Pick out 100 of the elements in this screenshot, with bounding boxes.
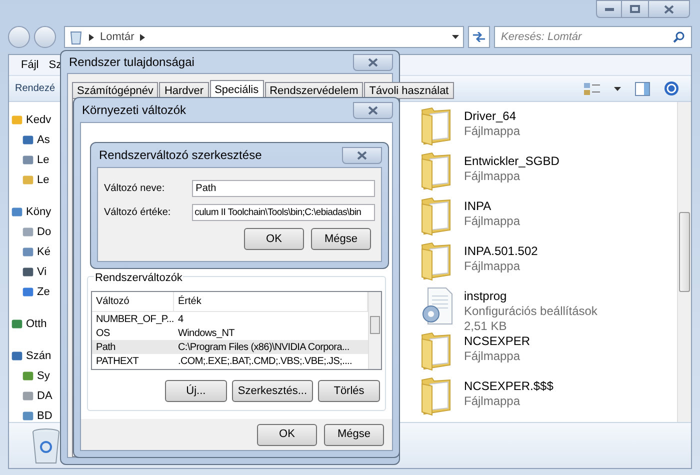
sidebar-icon xyxy=(22,246,34,258)
table-cell-text: PATHEXT xyxy=(95,354,140,368)
sidebar-icon xyxy=(22,390,34,402)
sidebar-icon xyxy=(11,206,23,218)
back-button[interactable] xyxy=(8,26,30,48)
search-box[interactable]: Keresés: Lomtár xyxy=(494,26,692,48)
view-options-icon[interactable] xyxy=(584,82,600,96)
close-button[interactable] xyxy=(353,102,393,118)
address-field[interactable]: Lomtár xyxy=(64,26,464,48)
file-name[interactable]: NCSEXPER xyxy=(464,334,530,349)
input-field[interactable]: Path xyxy=(192,180,375,197)
chevron-icon xyxy=(140,34,146,40)
recycle-bin-icon xyxy=(31,426,61,464)
file-name[interactable]: Driver_64 xyxy=(464,109,520,124)
input-field[interactable]: culum II Toolchain\Tools\bin;C:\ebiadas\bin xyxy=(192,204,375,221)
file-name[interactable]: NCSEXPER.$$$ xyxy=(464,379,554,394)
table-cell-text: Windows_NT xyxy=(177,326,236,340)
close-button[interactable] xyxy=(342,146,382,164)
file-type: Fájlmappa xyxy=(464,394,522,409)
sidebar-icon xyxy=(22,174,34,186)
sidebar-icon xyxy=(11,114,23,126)
recycle-bin-icon xyxy=(69,29,83,45)
list-action-button[interactable]: Törlés xyxy=(318,380,380,402)
sidebar-icon xyxy=(11,350,23,362)
file-type: Konfigurációs beállítások xyxy=(464,304,598,319)
table-cell-text: 4 xyxy=(177,312,184,326)
maximize-button[interactable] xyxy=(622,0,648,18)
sidebar-item[interactable]: Le xyxy=(37,172,50,188)
file-type: Fájlmappa xyxy=(464,349,522,364)
minimize-icon xyxy=(604,8,614,10)
file-type: Fájlmappa xyxy=(464,169,522,184)
address-path[interactable]: Lomtár xyxy=(100,28,134,46)
menu-item[interactable]: Fájl xyxy=(21,56,39,74)
table-cell-text: NUMBER_OF_P... xyxy=(95,312,174,326)
sidebar-icon xyxy=(22,154,34,166)
column-header[interactable]: Változó xyxy=(92,292,174,311)
dialog-button[interactable]: Mégse xyxy=(324,424,384,446)
tab[interactable]: Távoli használat xyxy=(364,82,454,99)
dropdown-icon[interactable] xyxy=(452,35,459,39)
file-size: 2,51 KB xyxy=(464,319,508,334)
organize-menu[interactable]: Rendezé xyxy=(15,81,56,96)
sidebar-item[interactable]: Ké xyxy=(37,244,50,260)
field-label: Változó neve: xyxy=(104,182,166,196)
dialog-title: Rendszerváltozó szerkesztése xyxy=(99,147,262,164)
dialog-button[interactable]: OK xyxy=(244,228,304,250)
scrollbar[interactable] xyxy=(368,292,381,369)
table-cell-text: .COM;.EXE;.BAT;.CMD;.VBS;.VBE;.JS;.... xyxy=(177,354,354,368)
dropdown-icon[interactable] xyxy=(614,86,621,90)
sidebar-icon xyxy=(22,410,34,422)
sidebar-item[interactable]: Do xyxy=(37,224,52,240)
file-type: Fájlmappa xyxy=(464,124,520,139)
sidebar-item[interactable]: Le xyxy=(37,152,50,168)
list-row[interactable]: Path C:\Program Files (x86)\NVIDIA Corpora... xyxy=(92,340,368,354)
sidebar-icon xyxy=(11,318,23,330)
file-type: Fájlmappa xyxy=(464,259,522,274)
sidebar-icon xyxy=(22,226,34,238)
search-field[interactable]: Keresés: Lomtár xyxy=(501,28,673,46)
field-label: Változó értéke: xyxy=(104,206,172,220)
sidebar-group[interactable]: Kedv xyxy=(26,112,52,128)
refresh-button[interactable] xyxy=(468,26,490,48)
dialog-button[interactable]: Mégse xyxy=(311,228,371,250)
file-name[interactable]: Entwickler_SGBD xyxy=(464,154,560,169)
close-icon xyxy=(664,4,674,14)
sidebar-item[interactable]: BD xyxy=(37,408,52,424)
close-button[interactable] xyxy=(648,0,690,18)
table-cell-text: Path xyxy=(95,340,116,354)
list-row[interactable]: PATHEXT .COM;.EXE;.BAT;.CMD;.VBS;.VBE;.JS;.... xyxy=(92,354,368,368)
list-row[interactable]: OS Windows_NT xyxy=(92,326,368,340)
settings-file-icon xyxy=(420,286,454,326)
sidebar-item[interactable]: Sy xyxy=(37,368,50,384)
file-name[interactable]: INPA xyxy=(464,199,520,214)
close-button[interactable] xyxy=(353,54,393,70)
table-cell-text: C:\Program Files (x86)\NVIDIA Corpora... xyxy=(177,340,350,354)
dialog-button[interactable]: OK xyxy=(257,424,317,446)
sidebar-item[interactable]: DA xyxy=(37,388,52,404)
forward-button[interactable] xyxy=(34,26,56,48)
sidebar-group[interactable]: Köny xyxy=(26,204,52,220)
list-action-button[interactable]: Szerkesztés... xyxy=(232,380,313,402)
minimize-button[interactable] xyxy=(596,0,622,18)
sidebar-icon xyxy=(22,286,34,298)
maximize-icon xyxy=(630,5,640,13)
preview-pane-icon[interactable] xyxy=(635,82,650,96)
scrollbar[interactable] xyxy=(677,102,691,422)
sidebar-group[interactable]: Szán xyxy=(26,348,52,364)
chevron-icon xyxy=(89,34,94,40)
sidebar-item[interactable]: As xyxy=(37,132,50,148)
file-name[interactable]: instprog xyxy=(464,289,598,304)
sidebar-icon xyxy=(22,370,34,382)
dialog-title: Környezeti változók xyxy=(82,102,186,119)
sidebar-group[interactable]: Otth xyxy=(26,316,47,332)
sidebar-item[interactable]: Vi xyxy=(37,264,47,280)
list-row[interactable]: NUMBER_OF_P... 4 xyxy=(92,312,368,326)
refresh-icon xyxy=(472,32,486,42)
sidebar-item[interactable]: Ze xyxy=(37,284,50,300)
close-icon xyxy=(368,58,378,66)
close-icon xyxy=(368,106,378,114)
table-cell-text: OS xyxy=(95,326,111,340)
sidebar-icon xyxy=(22,266,34,278)
list-action-button[interactable]: Új... xyxy=(164,380,227,402)
file-name[interactable]: INPA.501.502 xyxy=(464,244,538,259)
